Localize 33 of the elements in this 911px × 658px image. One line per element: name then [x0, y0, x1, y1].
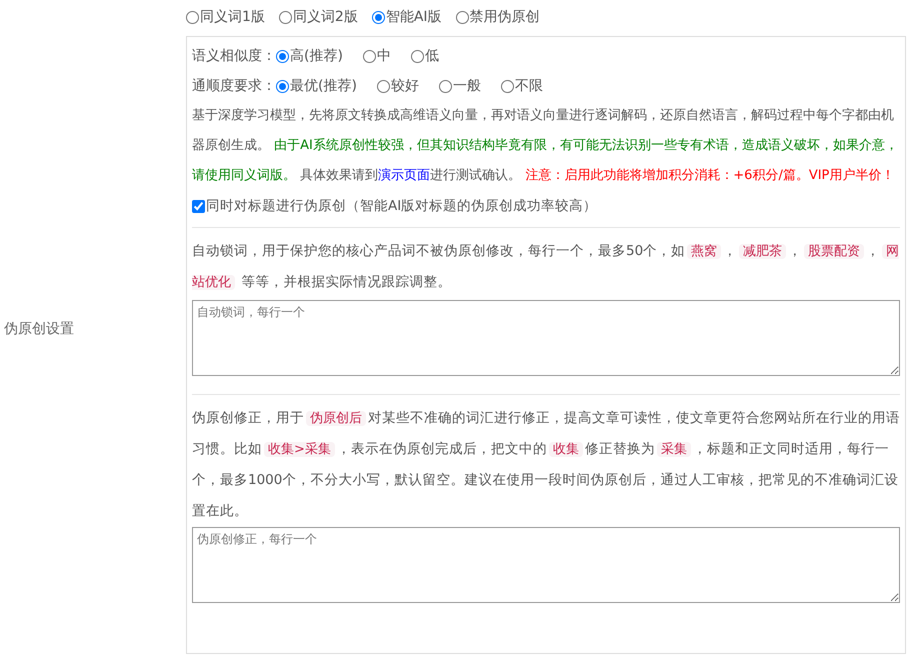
radio-button[interactable] — [362, 50, 376, 62]
option-label[interactable]: 最优(推荐) — [290, 76, 357, 96]
radio-button[interactable] — [186, 11, 199, 24]
option-label[interactable]: 低 — [424, 46, 439, 66]
lock-words-description: 自动锁词，用于保护您的核心产品词不被伪原创修改，每行一个，最多50个，如 燕窝 ， 减肥茶 ， 股票配资 ， 网站优化 等等，并根据实际情况跟踪调整。 — [192, 242, 900, 292]
correction-description: 伪原创修正，用于 伪原创后 对某些不准确的词汇进行修正，提高文章可读性，使文章更符合您网站所在行业的用语习惯。比如 收集>采集 ，表示在伪原创完成后，把文中的 收集 修正替换为 采集 ，标题和正文同时适用，每行一个，最多1000个，不分大小写，默认留空。建议在使用一段时间伪原创后，通过人工审核，把常见的不准确词汇设置在此。 — [192, 409, 900, 521]
option-label[interactable]: 不限 — [514, 76, 543, 96]
radio-button[interactable] — [376, 80, 390, 92]
radio-button[interactable] — [278, 11, 292, 24]
radio-button[interactable] — [372, 11, 385, 24]
option-label[interactable]: 同义词2版 — [292, 7, 358, 28]
demo-page-link[interactable]: 演示页面 — [378, 168, 430, 183]
option-label[interactable]: 同义词1版 — [200, 7, 265, 28]
lock-words-field[interactable]: 自动锁词，每行一个 — [192, 300, 900, 376]
radio-button[interactable] — [276, 80, 289, 92]
option-label[interactable]: 禁用伪原创 — [470, 7, 540, 28]
option-label[interactable]: 中 — [376, 46, 391, 66]
ai-description: 基于深度学习模型，先将原文转换成高维语义向量，再对语义向量进行逐词解码，还原自然语言，解码过程中每个字都由机器原创生成。 由于AI系统原创性较强，但其知识结构毕竟有限，有可能无法识别一些专有术语，造成语义破坏，如果介意，请使用同义词版。 具体效果请到演示页面进行测试确认。 注意：启用此功能将增加积分消耗：+6积分/篇。VIP用户半价！ — [192, 107, 899, 185]
checkbox-label[interactable]: 同时对标题进行伪原创（智能AI版对标题的伪原创成功率较高） — [206, 196, 598, 216]
correction-field[interactable]: 伪原创修正，每行一个 — [192, 527, 900, 603]
radio-button[interactable] — [410, 50, 424, 62]
checkbox[interactable] — [192, 200, 205, 212]
setting-label: 语义相似度： — [192, 46, 276, 66]
radio-button[interactable] — [438, 80, 452, 92]
option-label[interactable]: 较好 — [390, 76, 419, 96]
radio-button[interactable] — [276, 50, 289, 62]
option-label[interactable]: 智能AI版 — [386, 7, 442, 28]
section-label: 伪原创设置 — [4, 320, 74, 338]
option-label[interactable]: 高(推荐) — [290, 46, 343, 66]
radio-button[interactable] — [500, 80, 514, 92]
radio-button[interactable] — [456, 11, 469, 24]
option-label[interactable]: 一般 — [452, 76, 481, 96]
setting-label: 通顺度要求： — [192, 76, 276, 96]
